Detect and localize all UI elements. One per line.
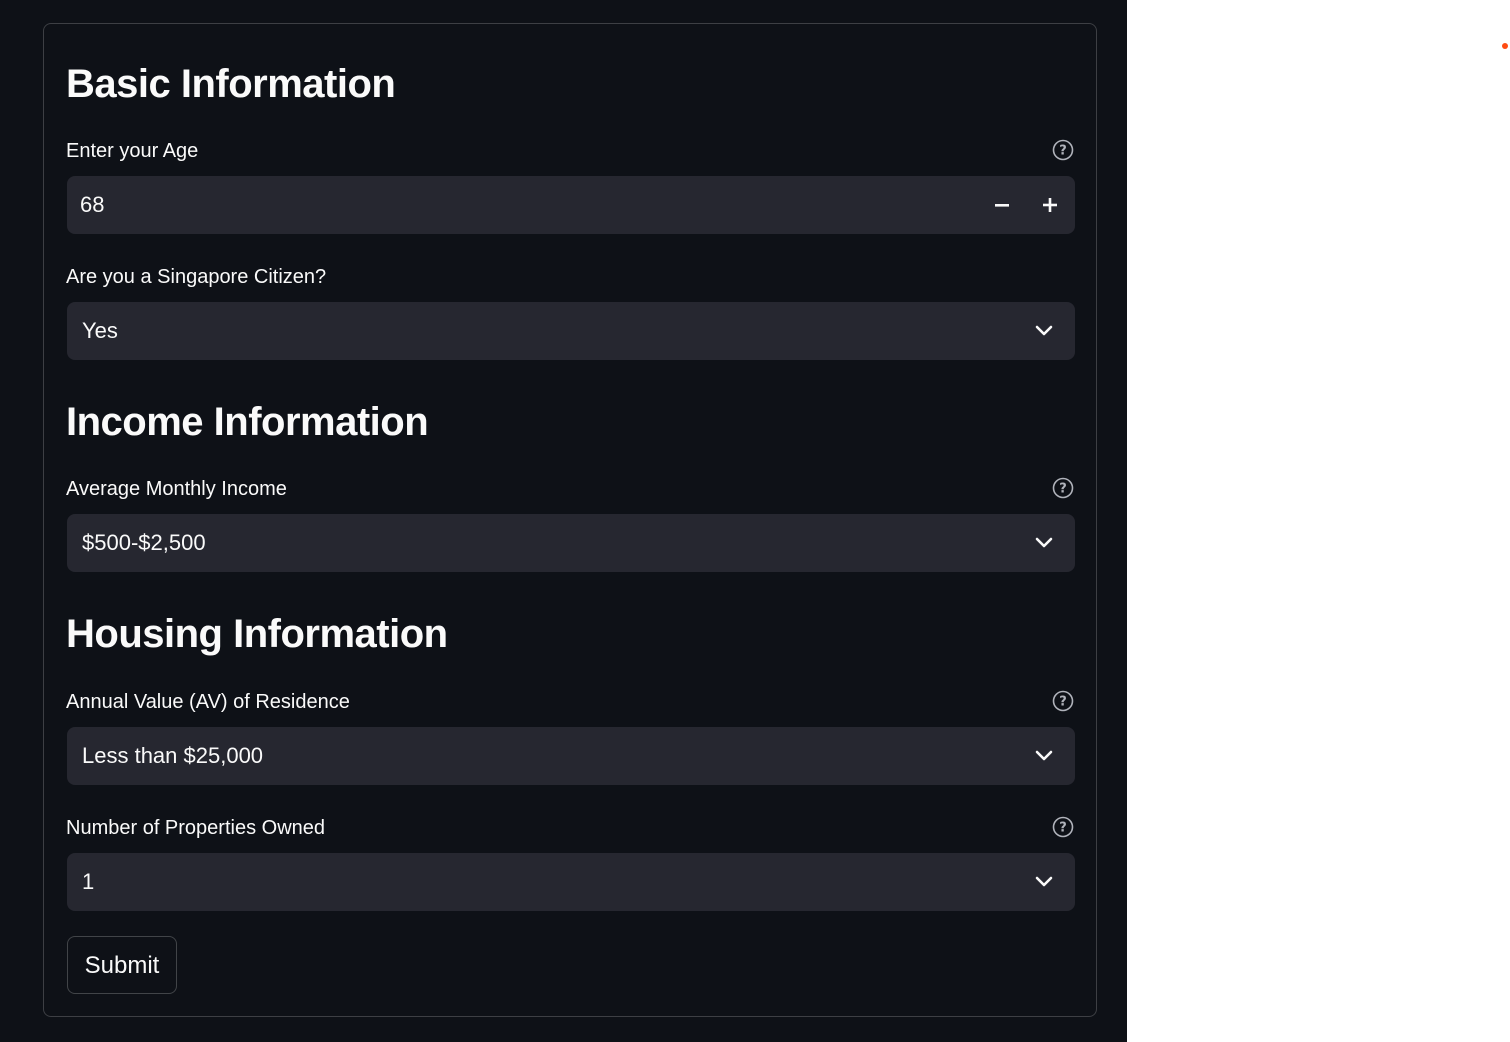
svg-text:?: ?: [1059, 821, 1067, 836]
age-label: Enter your Age: [66, 140, 199, 162]
annual-value-selected-value: Less than $25,000: [82, 743, 264, 768]
chevron-down-icon: [1035, 876, 1053, 887]
properties-owned-label: Number of Properties Owned: [66, 817, 326, 839]
basic-information-heading: Basic Information: [66, 62, 396, 106]
chevron-down-icon: [1035, 750, 1053, 761]
annual-value-label: Annual Value (AV) of Residence: [66, 691, 350, 713]
monthly-income-label: Average Monthly Income: [66, 478, 287, 500]
citizen-select[interactable]: Yes: [67, 302, 1075, 360]
age-help-icon[interactable]: ?: [1052, 139, 1074, 161]
svg-text:?: ?: [1059, 482, 1067, 497]
plus-icon: [1043, 198, 1057, 212]
chevron-down-icon: [1035, 537, 1053, 548]
svg-text:?: ?: [1059, 144, 1067, 159]
properties-owned-help-icon[interactable]: ?: [1052, 816, 1074, 838]
age-value[interactable]: 68: [80, 176, 104, 234]
age-decrement-button[interactable]: [979, 176, 1025, 234]
monthly-income-select[interactable]: $500-$2,500: [67, 514, 1075, 572]
monthly-income-help-icon[interactable]: ?: [1052, 477, 1074, 499]
age-increment-button[interactable]: [1027, 176, 1073, 234]
citizen-selected-value: Yes: [82, 318, 118, 343]
submit-button[interactable]: Submit: [67, 936, 177, 994]
svg-text:?: ?: [1059, 695, 1067, 710]
properties-owned-select[interactable]: 1: [67, 853, 1075, 911]
monthly-income-selected-value: $500-$2,500: [82, 530, 206, 555]
minus-icon: [995, 204, 1009, 207]
housing-information-heading: Housing Information: [66, 612, 448, 656]
properties-owned-selected-value: 1: [82, 869, 95, 894]
running-status-indicator: [1502, 43, 1508, 49]
chevron-down-icon: [1035, 325, 1053, 336]
annual-value-help-icon[interactable]: ?: [1052, 690, 1074, 712]
annual-value-select[interactable]: Less than $25,000: [67, 727, 1075, 785]
citizen-label: Are you a Singapore Citizen?: [66, 266, 327, 288]
side-panel: [1127, 0, 1510, 1042]
income-information-heading: Income Information: [66, 400, 429, 444]
age-number-input[interactable]: 68: [67, 176, 1075, 234]
